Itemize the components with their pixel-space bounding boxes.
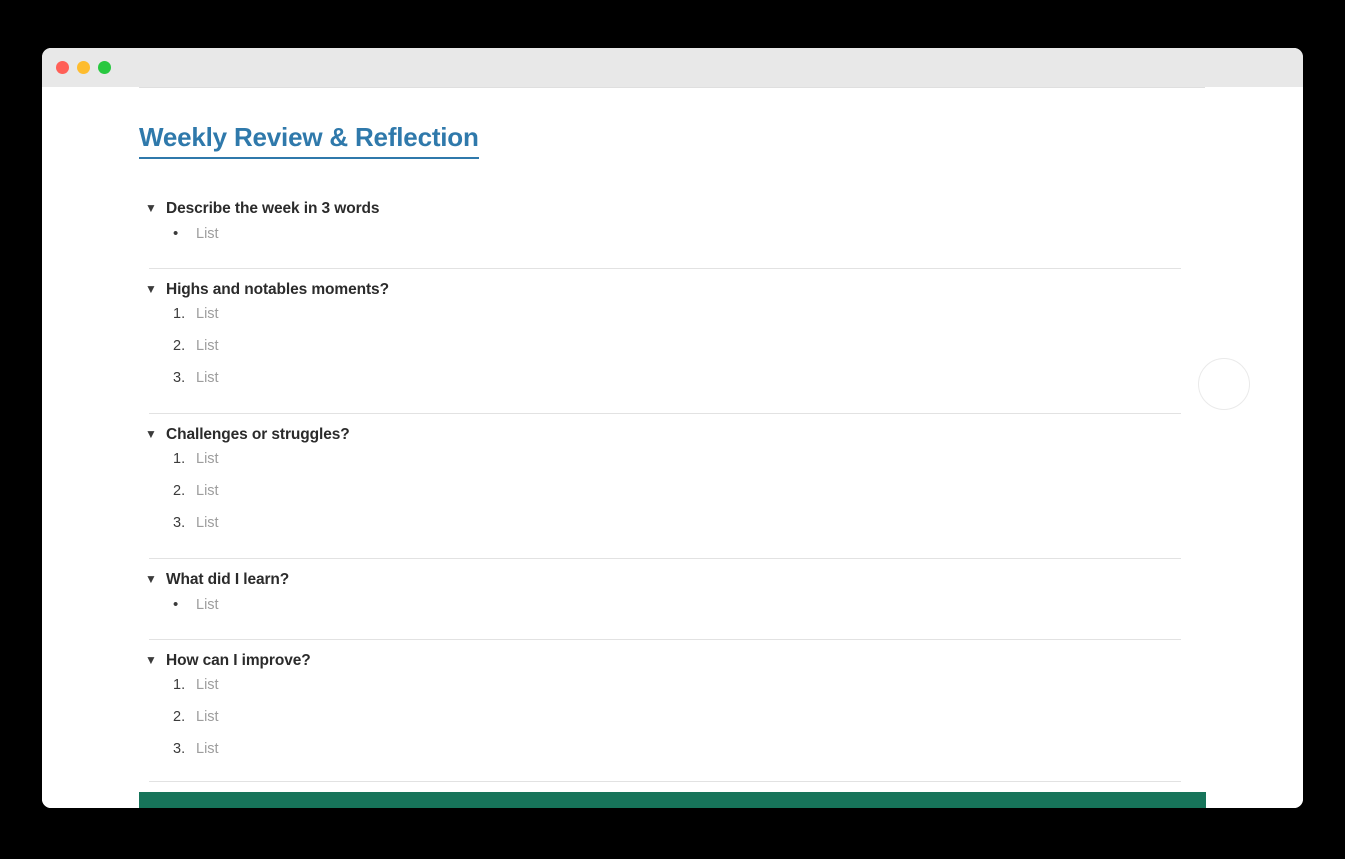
list-item[interactable]: • List xyxy=(139,225,1209,257)
screen: Weekly Review & Reflection ▼ Describe the… xyxy=(0,0,1345,859)
section-title: What did I learn? xyxy=(166,571,290,588)
list-item-placeholder[interactable]: List xyxy=(196,741,219,757)
section-divider xyxy=(149,268,1181,269)
top-divider xyxy=(139,87,1205,88)
section: ▼ Highs and notables moments? 1. List 2. List… xyxy=(139,281,1209,414)
list-item[interactable]: 3. List xyxy=(139,741,1209,773)
page-title[interactable]: Weekly Review & Reflection xyxy=(139,122,479,160)
section-list: ▼ Describe the week in 3 words • List ▼ Highs… xyxy=(139,200,1209,797)
list-item[interactable]: 2. List xyxy=(139,709,1209,741)
bullet-list: • List xyxy=(139,596,1209,628)
section-header[interactable]: ▼ Challenges or struggles? xyxy=(139,426,1209,451)
list-item-placeholder[interactable]: List xyxy=(196,709,219,725)
list-item-placeholder[interactable]: List xyxy=(196,515,219,531)
section: ▼ Describe the week in 3 words • List xyxy=(139,200,1209,269)
list-item-placeholder[interactable]: List xyxy=(196,338,219,354)
section-divider xyxy=(149,558,1181,559)
section-title: How can I improve? xyxy=(166,652,311,669)
maximize-window-button[interactable] xyxy=(98,61,111,74)
ordered-list: 1. List 2. List 3. List xyxy=(139,677,1209,773)
list-number: 1. xyxy=(173,306,186,322)
list-number: 3. xyxy=(173,741,186,757)
traffic-light-group xyxy=(56,61,111,74)
bullet-icon: • xyxy=(173,225,179,242)
section-divider xyxy=(149,639,1181,640)
ordered-list: 1. List 2. List 3. List xyxy=(139,306,1209,402)
minimize-window-button[interactable] xyxy=(77,61,90,74)
list-item-placeholder[interactable]: List xyxy=(196,226,219,242)
floating-circle-icon[interactable] xyxy=(1198,358,1250,410)
list-item[interactable]: 3. List xyxy=(139,370,1209,402)
app-window: Weekly Review & Reflection ▼ Describe the… xyxy=(42,48,1303,808)
bullet-icon: • xyxy=(173,596,179,613)
document-canvas: Weekly Review & Reflection ▼ Describe the… xyxy=(42,87,1303,808)
list-item[interactable]: 3. List xyxy=(139,515,1209,547)
page-title-wrapper: Weekly Review & Reflection xyxy=(139,122,479,160)
accent-bar xyxy=(139,792,1206,808)
collapse-triangle-icon[interactable]: ▼ xyxy=(145,428,157,440)
footer-divider xyxy=(149,781,1181,782)
section-header[interactable]: ▼ How can I improve? xyxy=(139,652,1209,677)
list-number: 3. xyxy=(173,370,186,386)
list-number: 2. xyxy=(173,338,186,354)
section-header[interactable]: ▼ What did I learn? xyxy=(139,571,1209,596)
list-item[interactable]: 2. List xyxy=(139,483,1209,515)
list-item[interactable]: 2. List xyxy=(139,338,1209,370)
list-item-placeholder[interactable]: List xyxy=(196,451,219,467)
window-titlebar[interactable] xyxy=(42,48,1303,87)
list-item[interactable]: 1. List xyxy=(139,306,1209,338)
list-number: 2. xyxy=(173,483,186,499)
bullet-list: • List xyxy=(139,225,1209,257)
list-number: 1. xyxy=(173,451,186,467)
section-header[interactable]: ▼ Highs and notables moments? xyxy=(139,281,1209,306)
collapse-triangle-icon[interactable]: ▼ xyxy=(145,573,157,585)
ordered-list: 1. List 2. List 3. List xyxy=(139,451,1209,547)
list-item[interactable]: 1. List xyxy=(139,451,1209,483)
section-title: Describe the week in 3 words xyxy=(166,200,380,217)
list-item-placeholder[interactable]: List xyxy=(196,597,219,613)
list-item-placeholder[interactable]: List xyxy=(196,483,219,499)
section-title: Challenges or struggles? xyxy=(166,426,350,443)
list-item-placeholder[interactable]: List xyxy=(196,677,219,693)
collapse-triangle-icon[interactable]: ▼ xyxy=(145,202,157,214)
list-number: 2. xyxy=(173,709,186,725)
list-item-placeholder[interactable]: List xyxy=(196,306,219,322)
list-item[interactable]: • List xyxy=(139,596,1209,628)
section: ▼ How can I improve? 1. List 2. List 3. List xyxy=(139,652,1209,785)
section: ▼ What did I learn? • List xyxy=(139,571,1209,640)
close-window-button[interactable] xyxy=(56,61,69,74)
list-item-placeholder[interactable]: List xyxy=(196,370,219,386)
list-item[interactable]: 1. List xyxy=(139,677,1209,709)
section-title: Highs and notables moments? xyxy=(166,281,389,298)
collapse-triangle-icon[interactable]: ▼ xyxy=(145,654,157,666)
section: ▼ Challenges or struggles? 1. List 2. List 3. L… xyxy=(139,426,1209,559)
list-number: 1. xyxy=(173,677,186,693)
list-number: 3. xyxy=(173,515,186,531)
collapse-triangle-icon[interactable]: ▼ xyxy=(145,283,157,295)
section-header[interactable]: ▼ Describe the week in 3 words xyxy=(139,200,1209,225)
section-divider xyxy=(149,413,1181,414)
